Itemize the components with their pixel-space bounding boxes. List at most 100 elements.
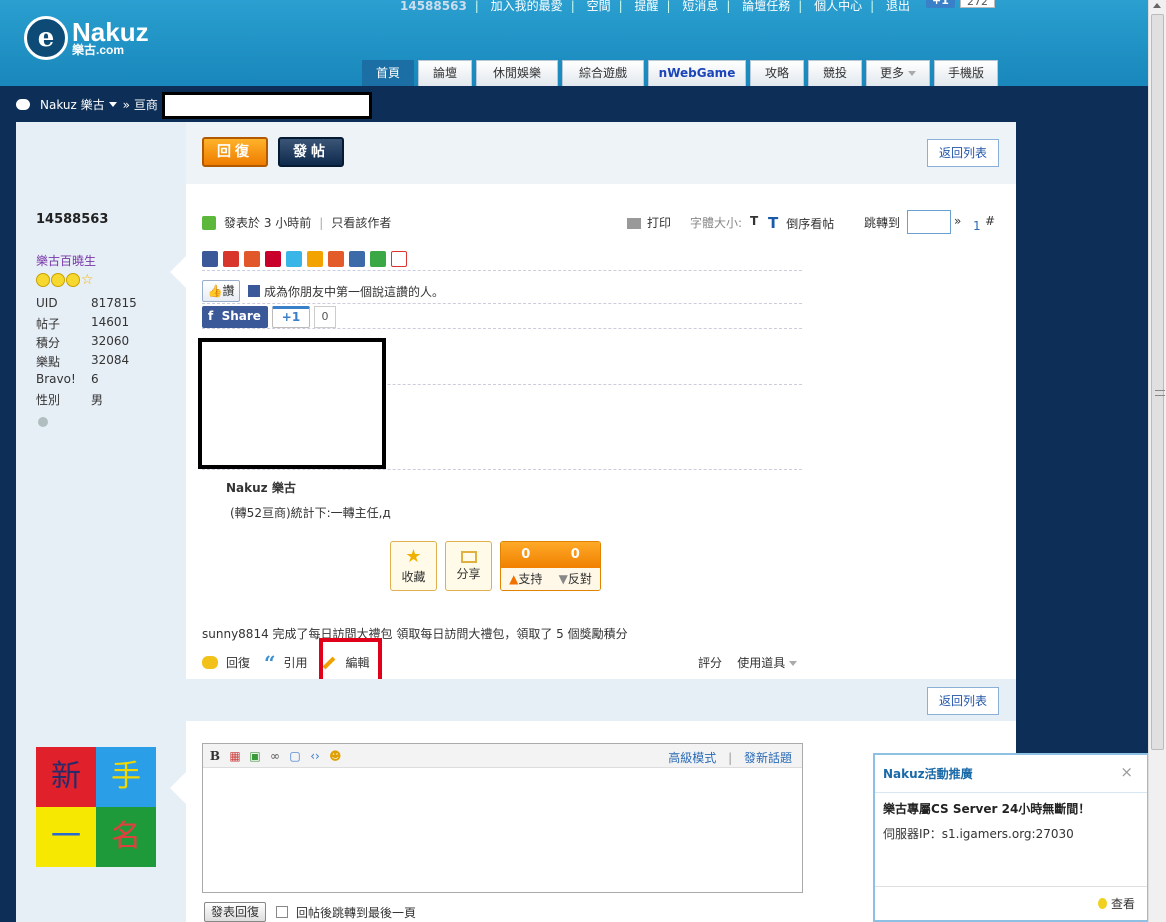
back-to-list-button-bottom[interactable]: 返回列表: [927, 687, 999, 715]
print-link[interactable]: 打印: [627, 214, 671, 231]
nav-tab-more[interactable]: 更多: [866, 60, 930, 86]
popup-view-link[interactable]: 查看: [1097, 895, 1135, 912]
fb-share-label: Share: [221, 309, 261, 323]
envelope-icon: [460, 551, 477, 563]
logo-mark-icon: e: [24, 16, 68, 60]
stat-value[interactable]: 14601: [91, 315, 129, 334]
link-icon[interactable]: ∞: [269, 749, 281, 763]
gplus-header-button[interactable]: +1: [926, 0, 955, 8]
reply-icon: [202, 656, 218, 669]
delicious-icon[interactable]: [328, 251, 344, 267]
facebook-like-button[interactable]: 👍讚: [202, 280, 240, 302]
top-link-notify[interactable]: 提醒: [634, 0, 658, 14]
nav-tab-auction[interactable]: 競投: [808, 60, 862, 86]
top-link-messages[interactable]: 短消息: [682, 0, 718, 14]
jump-last-page-checkbox[interactable]: [276, 906, 288, 918]
author-group[interactable]: 樂古百曉生: [36, 252, 96, 269]
weibo-icon[interactable]: [223, 251, 239, 267]
nav-tab-leisure[interactable]: 休閒娛樂: [476, 60, 558, 86]
top-link-tasks[interactable]: 論壇任務: [742, 0, 790, 14]
font-size-label: 字體大小:: [690, 216, 743, 230]
breadcrumb-home[interactable]: Nakuz 樂古: [40, 96, 105, 113]
stat-key: 帖子: [36, 317, 61, 331]
close-icon[interactable]: ×: [1120, 763, 1133, 781]
pixnet-icon[interactable]: [265, 251, 281, 267]
author-name[interactable]: 14588563: [36, 212, 108, 227]
post-footer-right: 評分 使用道具: [698, 654, 798, 671]
nav-tab-forum[interactable]: 論壇: [418, 60, 472, 86]
reverse-order-link[interactable]: T 倒序看帖: [768, 214, 834, 232]
post-reply-button[interactable]: 回復: [202, 654, 250, 671]
facebook-icon[interactable]: [202, 251, 218, 267]
quote-block-icon[interactable]: ▢: [289, 749, 301, 763]
collect-button[interactable]: ★ 收藏: [390, 541, 437, 591]
page-number-link[interactable]: 1: [973, 219, 981, 233]
nav-tab-more-label: 更多: [879, 66, 904, 80]
only-author-link[interactable]: 只看該作者: [331, 214, 391, 231]
font-size-toggle[interactable]: T: [750, 214, 758, 228]
nav-tab-nwebgame[interactable]: nWebGame: [648, 60, 746, 86]
thread-page: 回復 發帖 返回列表 14588563 樂古百曉生 ☆ UID 817815 帖子…: [16, 122, 1016, 922]
facebook-like-row: 👍讚 成為你朋友中第一個說這讚的人。: [202, 280, 444, 302]
top-link-profile[interactable]: 個人中心: [814, 0, 862, 14]
gplus-header-count: 272: [960, 0, 995, 8]
emoji-icon[interactable]: ☻: [329, 749, 342, 763]
back-to-list-button[interactable]: 返回列表: [927, 139, 999, 167]
nav-tab-guides[interactable]: 攻略: [750, 60, 804, 86]
share-button[interactable]: 分享: [445, 541, 492, 591]
new-topic-link[interactable]: 發新話題: [744, 751, 792, 765]
task-notice: sunny8814 完成了每日訪問大禮包 領取每日訪問大禮包，領取了 5 個獎勵…: [202, 627, 628, 641]
stat-value[interactable]: 817815: [91, 296, 137, 315]
submit-reply-button[interactable]: 發表回復: [204, 902, 266, 922]
top-link-logout[interactable]: 退出: [886, 0, 910, 14]
online-status-icon: [38, 417, 48, 427]
scrollbar-thumb[interactable]: [1151, 14, 1165, 750]
oppose-button[interactable]: ▼反對: [559, 568, 592, 590]
reply-editor: B ▦ ▣ ∞ ▢ ‹› ☻ 高級模式 | 發新話題: [202, 743, 803, 893]
nav-tab-mobile[interactable]: 手機版: [934, 60, 998, 86]
hemidemi-icon[interactable]: [349, 251, 365, 267]
top-link-favorite[interactable]: 加入我的最愛: [491, 0, 563, 14]
jump-go-button[interactable]: »: [954, 214, 961, 228]
nav-tab-home[interactable]: 首頁: [362, 60, 414, 86]
quote-button[interactable]: “ 引用: [264, 653, 308, 673]
breadcrumb-sep: »: [122, 97, 130, 112]
google-icon[interactable]: [370, 251, 386, 267]
baidu-icon[interactable]: [391, 251, 407, 267]
support-button[interactable]: ▲支持: [509, 568, 542, 590]
breadcrumb-section[interactable]: 亘商: [134, 96, 158, 113]
avatar-char: 名: [96, 807, 156, 867]
vertical-scrollbar[interactable]: [1148, 0, 1166, 922]
image-icon[interactable]: ▣: [249, 749, 261, 763]
reply-textarea[interactable]: [203, 768, 802, 892]
scroll-up-icon[interactable]: [1153, 3, 1161, 8]
top-link-space[interactable]: 空間: [587, 0, 611, 14]
color-icon[interactable]: ▦: [229, 749, 241, 763]
rate-link[interactable]: 評分: [698, 656, 722, 670]
stat-key: Bravo!: [36, 372, 76, 386]
bold-icon[interactable]: B: [209, 749, 221, 763]
nav-tab-games[interactable]: 綜合遊戲: [562, 60, 644, 86]
twitter-icon[interactable]: [286, 251, 302, 267]
site-logo[interactable]: e Nakuz 樂古.com: [24, 16, 149, 60]
collect-label: 收藏: [401, 570, 426, 584]
like-label: 讚: [222, 284, 235, 298]
code-icon[interactable]: ‹›: [309, 749, 321, 763]
reply-button[interactable]: 回復: [202, 137, 268, 167]
top-username[interactable]: 14588563: [400, 0, 467, 13]
text-size-icon: T: [768, 214, 779, 232]
advanced-mode-link[interactable]: 高級模式: [668, 751, 716, 765]
popup-title[interactable]: 樂古專屬CS Server 24小時無斷間！: [883, 800, 1090, 817]
printer-icon: [627, 218, 641, 229]
gplus-post-button[interactable]: +1: [272, 306, 310, 328]
new-post-button[interactable]: 發帖: [278, 137, 344, 167]
post-time: 發表於 3 小時前: [224, 216, 312, 230]
jump-page-input[interactable]: [907, 210, 951, 234]
use-tools-dropdown[interactable]: 使用道具: [737, 656, 798, 670]
plurk-icon[interactable]: [244, 251, 260, 267]
popup-body: 伺服器IP：s1.igamers.org:27030: [883, 827, 1074, 841]
promo-popup: Nakuz活動推廣 × 樂古專屬CS Server 24小時無斷間！ 伺服器IP…: [873, 753, 1149, 922]
funp-icon[interactable]: [307, 251, 323, 267]
facebook-share-button[interactable]: f Share: [202, 306, 268, 328]
chevron-down-icon[interactable]: [108, 102, 117, 107]
